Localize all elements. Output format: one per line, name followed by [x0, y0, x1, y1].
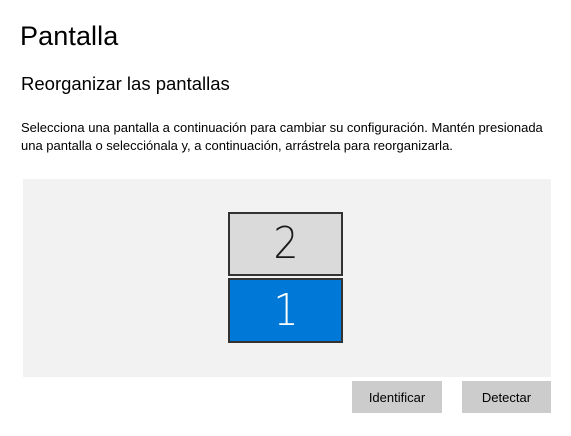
display-2-number: 2	[272, 218, 299, 269]
section-title-rearrange-displays: Reorganizar las pantallas	[21, 73, 230, 94]
identify-button[interactable]: Identificar	[352, 381, 442, 413]
display-1-number: 1	[272, 284, 299, 336]
display-1-tile[interactable]: 1	[228, 278, 343, 343]
display-arrangement-area[interactable]: 2 1	[23, 179, 551, 377]
detect-button[interactable]: Detectar	[462, 381, 551, 413]
display-2-tile[interactable]: 2	[228, 212, 343, 276]
rearrange-description: Selecciona una pantalla a continuación p…	[21, 120, 543, 153]
page-title: Pantalla	[20, 21, 119, 51]
